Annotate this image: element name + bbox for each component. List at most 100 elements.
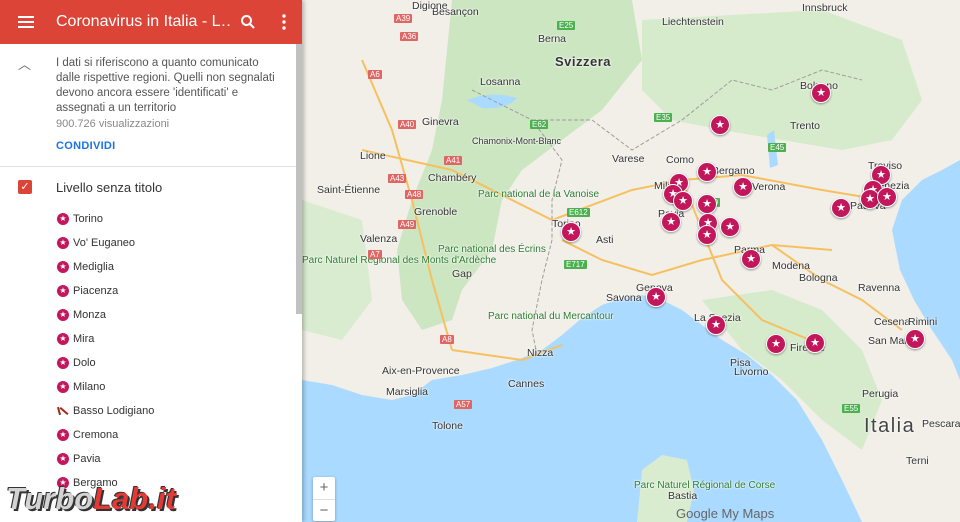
map-label-verona: Verona [752, 181, 786, 193]
menu-button[interactable] [0, 0, 52, 44]
share-button[interactable]: CONDIVIDI [56, 140, 286, 152]
map-label-bergamo: Bergamo [712, 165, 755, 177]
zoom-out-button[interactable]: − [313, 500, 335, 522]
map-label-como: Como [666, 154, 695, 166]
map-label-terni: Terni [906, 455, 929, 467]
map-label-ravenna: Ravenna [858, 282, 901, 294]
google-my-maps-logo[interactable]: Google My Maps [676, 506, 774, 521]
more-vert-icon [282, 14, 286, 30]
map-label-valenza: Valenza [360, 233, 398, 245]
list-item[interactable]: ★ Piacenza [0, 279, 302, 303]
map-label-digione: Digione [412, 0, 448, 12]
map-label-asti: Asti [596, 234, 614, 246]
marker-star[interactable]: ★ [741, 249, 761, 269]
layer-checkbox[interactable]: ✓ [18, 180, 32, 194]
search-button[interactable] [230, 0, 266, 44]
map-label-svizzera: Svizzera [555, 54, 612, 69]
list-item[interactable]: ★ Mediglia [0, 255, 302, 279]
list-item[interactable]: ★ Monza [0, 303, 302, 327]
map-label-saint-etienne: Saint-Étienne [317, 184, 381, 196]
map-label-lione: Lione [360, 150, 386, 162]
road-a57: A57 [454, 400, 473, 409]
road-a40: A40 [398, 120, 417, 129]
map-label-park-vanoise: Parc national de la Vanoise [478, 189, 600, 200]
map-label-bologna: Bologna [799, 272, 838, 284]
map-label-grenoble: Grenoble [414, 206, 458, 218]
map-label-marsiglia: Marsiglia [386, 386, 429, 398]
search-icon [241, 15, 255, 29]
list-item[interactable]: ★ Torino [0, 207, 302, 231]
zoom-controls: + − [313, 477, 335, 521]
map-label-tolone: Tolone [432, 420, 463, 432]
list-item[interactable]: ★ Vo' Euganeo [0, 231, 302, 255]
marker-star[interactable]: ★ [697, 225, 717, 245]
sidebar-header: Coronavirus in Italia - L… [0, 0, 302, 44]
layer-title[interactable]: Livello senza titolo [56, 180, 162, 195]
road-a39: A39 [394, 14, 413, 23]
marker-star[interactable]: ★ [673, 191, 693, 211]
map-label-italia: Italia [864, 415, 916, 437]
map-description: ︿ I dati si riferiscono a quanto comunic… [0, 44, 302, 162]
more-options-button[interactable] [266, 0, 302, 44]
marker-star[interactable]: ★ [697, 194, 717, 214]
list-item[interactable]: ★ Mira [0, 327, 302, 351]
star-pin-icon: ★ [57, 381, 69, 393]
map-label-livorno: Livorno [734, 366, 769, 378]
marker-star[interactable]: ★ [661, 212, 681, 232]
marker-star[interactable]: ★ [877, 187, 897, 207]
road-e612: E612 [567, 208, 590, 217]
collapse-chevron-icon[interactable]: ︿ [18, 54, 31, 73]
zoom-in-button[interactable]: + [313, 477, 335, 500]
map-label-trento: Trento [790, 120, 820, 132]
marker-star[interactable]: ★ [805, 333, 825, 353]
watermark-part2: Lab.it [93, 481, 176, 516]
map-canvas[interactable]: Svizzera Italia Berna Besançon Liechtens… [302, 0, 960, 522]
map-label-pescara: Pescara [922, 418, 960, 430]
marker-star[interactable]: ★ [720, 217, 740, 237]
road-a43: A43 [388, 174, 407, 183]
list-item[interactable]: ★ Dolo [0, 351, 302, 375]
map-label-chamonix: Chamonix-Mont-Blanc [472, 136, 562, 146]
map-label-park-mercantour: Parc national du Mercantour [488, 311, 614, 322]
road-a48: A48 [405, 190, 424, 199]
list-item[interactable]: Basso Lodigiano [0, 399, 302, 423]
marker-star[interactable]: ★ [710, 115, 730, 135]
star-pin-icon: ★ [57, 453, 69, 465]
map-label-liechtenstein: Liechtenstein [662, 16, 724, 28]
map-label-varese: Varese [612, 153, 645, 165]
list-item[interactable]: ★ Pavia [0, 447, 302, 471]
marker-star[interactable]: ★ [831, 198, 851, 218]
list-item[interactable]: ★ Cremona [0, 423, 302, 447]
map-label-cesena: Cesena [874, 316, 911, 328]
map-label-savona: Savona [606, 292, 642, 304]
turbolab-watermark: TurboLab.it [6, 481, 176, 517]
map-label-modena: Modena [772, 260, 810, 272]
map-label-perugia: Perugia [862, 388, 899, 400]
map-label-park-corse: Parc Naturel Régional de Corse [634, 480, 776, 491]
line-icon [57, 405, 69, 417]
road-e62: E62 [530, 120, 549, 129]
marker-star[interactable]: ★ [706, 315, 726, 335]
road-a7: A7 [368, 250, 382, 259]
marker-star[interactable]: ★ [766, 334, 786, 354]
marker-star[interactable]: ★ [646, 287, 666, 307]
sidebar-scrollbar[interactable] [296, 44, 302, 314]
star-pin-icon: ★ [57, 213, 69, 225]
marker-star[interactable]: ★ [905, 329, 925, 349]
marker-star[interactable]: ★ [561, 222, 581, 242]
marker-star[interactable]: ★ [697, 162, 717, 182]
list-item[interactable]: ★ Milano [0, 375, 302, 399]
star-pin-icon: ★ [57, 261, 69, 273]
map-label-innsbruck: Innsbruck [802, 2, 848, 14]
check-icon: ✓ [20, 181, 30, 193]
road-e717: E717 [564, 260, 587, 269]
layer-header: ✓ Livello senza titolo [0, 167, 302, 207]
road-a41: A41 [444, 156, 463, 165]
map-label-ginevra: Ginevra [422, 116, 459, 128]
map-title: Coronavirus in Italia - L… [56, 13, 230, 30]
star-pin-icon: ★ [57, 357, 69, 369]
map-label-berna: Berna [538, 33, 567, 45]
sidebar: Coronavirus in Italia - L… ︿ I dati si r… [0, 0, 302, 522]
marker-star[interactable]: ★ [811, 83, 831, 103]
marker-star[interactable]: ★ [733, 177, 753, 197]
